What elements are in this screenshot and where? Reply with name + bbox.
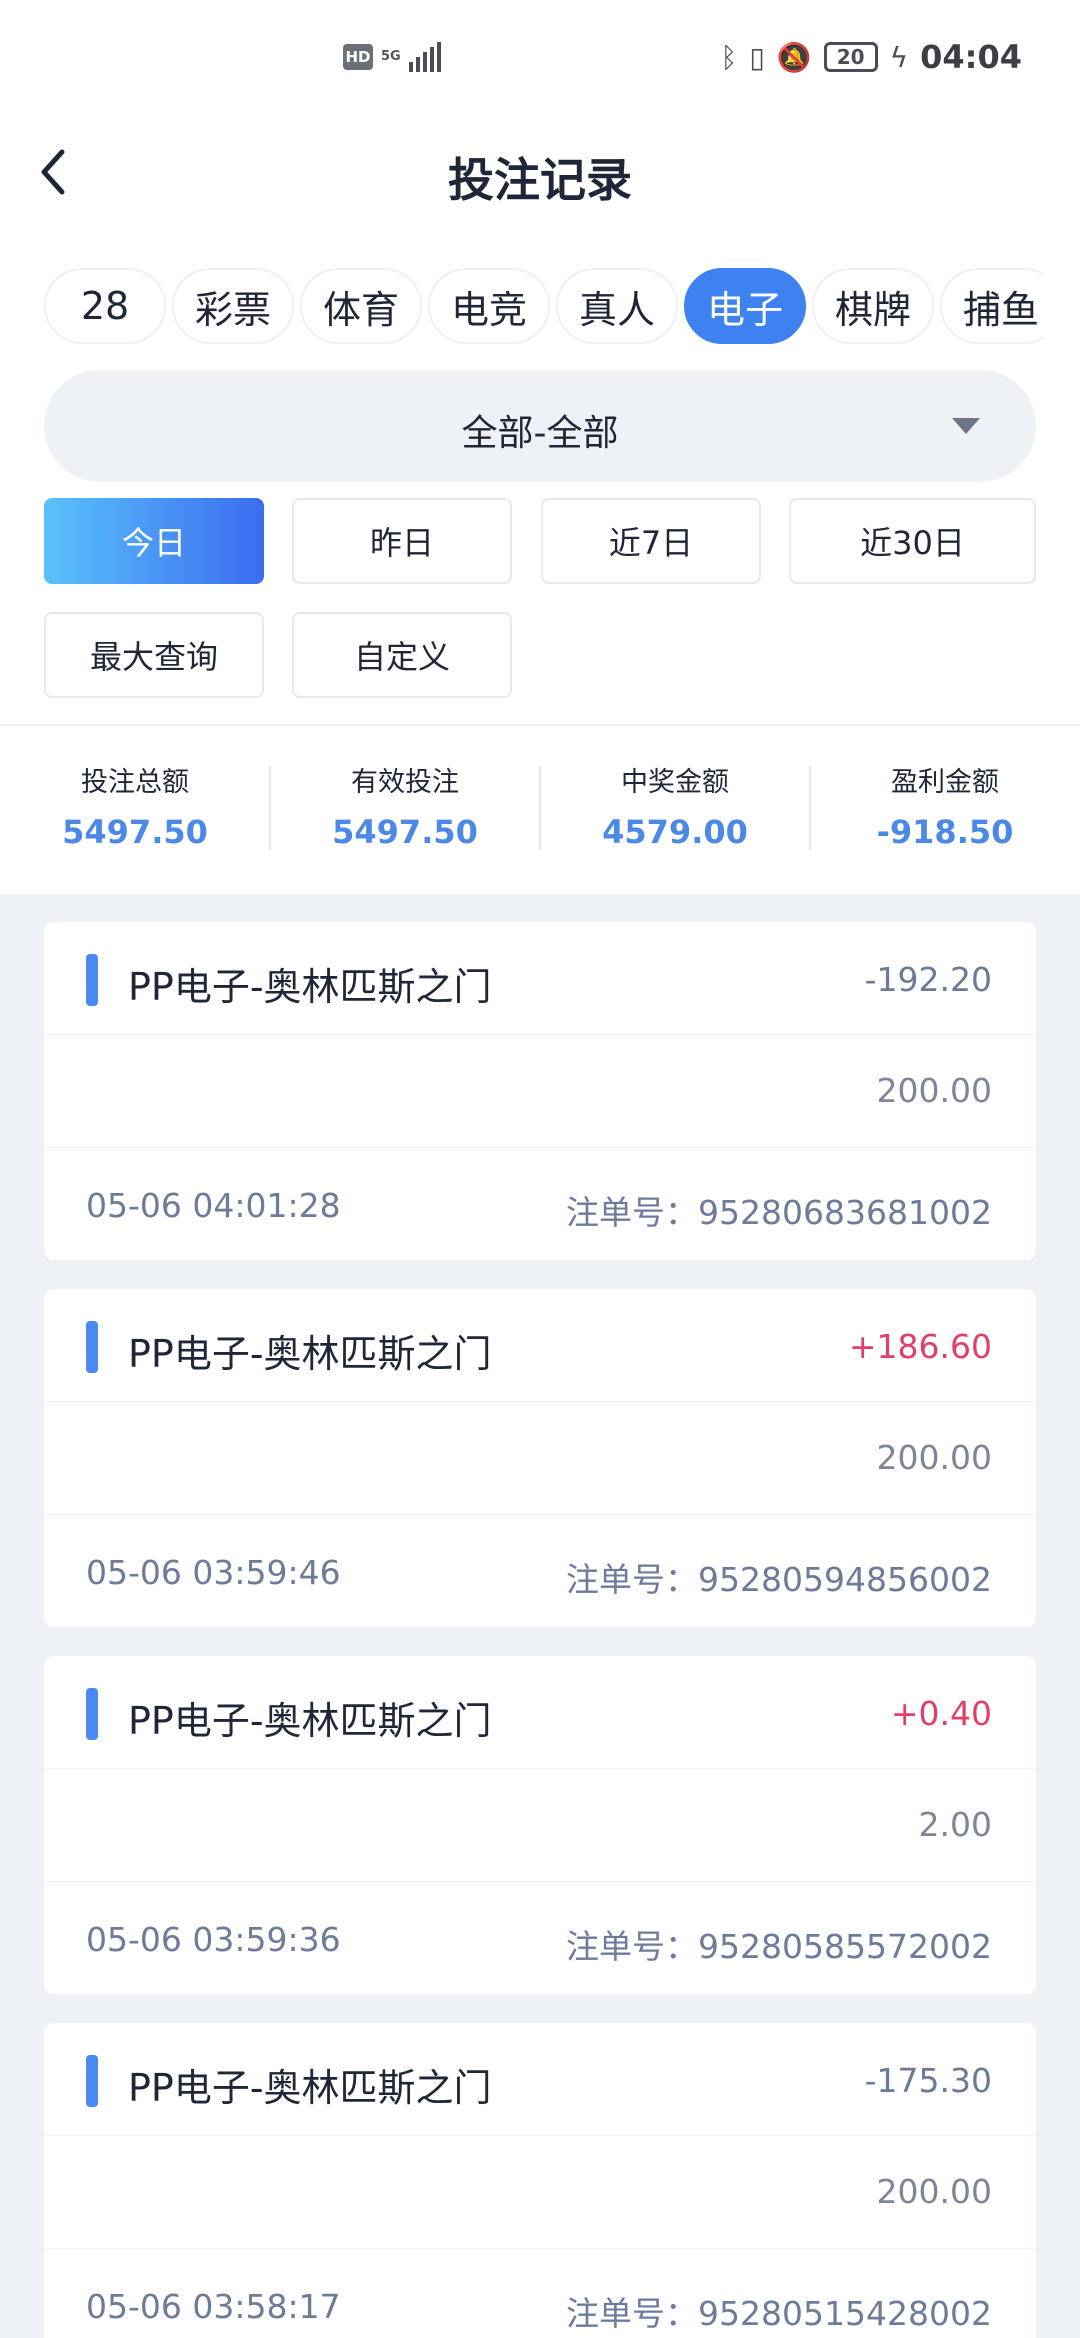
vibrate-icon: ▯ <box>749 40 765 74</box>
date-7days-button[interactable]: 近7日 <box>541 498 761 584</box>
caret-down-icon <box>952 418 980 434</box>
dropdown-selected-value: 全部-全部 <box>461 413 619 454</box>
record-time: 05-06 03:58:17 <box>86 2287 341 2326</box>
record-game-title: PP电子-奥林匹斯之门 <box>128 965 492 1009</box>
record-footer-row: 05-06 03:59:46 注单号：95280594856002 <box>44 1515 1036 1627</box>
summary-total-bet: 投注总额 5497.50 <box>0 760 270 851</box>
summary-winnings: 中奖金额 4579.00 <box>540 760 810 851</box>
bet-record-card[interactable]: PP电子-奥林匹斯之门 +0.40 2.00 05-06 03:59:36 注单… <box>44 1656 1036 1994</box>
record-marker <box>86 954 98 1006</box>
record-amount-row: 2.00 <box>44 1769 1036 1881</box>
date-max-query-button[interactable]: 最大查询 <box>44 612 264 698</box>
record-header-row: PP电子-奥林匹斯之门 -192.20 <box>44 922 1036 1034</box>
record-game-title: PP电子-奥林匹斯之门 <box>128 2066 492 2110</box>
summary-value: 5497.50 <box>332 813 478 851</box>
tab-28[interactable]: 28 <box>44 268 166 344</box>
date-custom-button[interactable]: 自定义 <box>292 612 512 698</box>
record-time: 05-06 03:59:46 <box>86 1553 341 1592</box>
record-header-row: PP电子-奥林匹斯之门 +0.40 <box>44 1656 1036 1768</box>
network-status: HD 5G <box>343 42 441 72</box>
tab-electronic[interactable]: 电子 <box>684 268 806 344</box>
summary-valid-bet: 有效投注 5497.50 <box>270 760 540 851</box>
summary-value: 4579.00 <box>602 813 748 851</box>
date-30days-button[interactable]: 近30日 <box>789 498 1036 584</box>
clock: 04:04 <box>920 38 1022 76</box>
record-time: 05-06 03:59:36 <box>86 1920 341 1959</box>
record-marker <box>86 2055 98 2107</box>
summary-label: 有效投注 <box>351 767 459 798</box>
record-amount-row: 200.00 <box>44 2136 1036 2248</box>
record-order-number: 注单号：95280594856002 <box>566 1560 992 1599</box>
record-game-title: PP电子-奥林匹斯之门 <box>128 1699 492 1743</box>
record-order-number: 注单号：95280515428002 <box>566 2294 992 2333</box>
record-footer-row: 05-06 03:58:17 注单号：95280515428002 <box>44 2249 1036 2338</box>
record-amount-row: 200.00 <box>44 1402 1036 1514</box>
record-profit: +186.60 <box>848 1327 992 1366</box>
record-time: 05-06 04:01:28 <box>86 1186 341 1225</box>
record-footer-row: 05-06 04:01:28 注单号：95280683681002 <box>44 1148 1036 1260</box>
tab-esports[interactable]: 电竞 <box>428 268 550 344</box>
mute-bell-icon: 🔕 <box>776 40 812 74</box>
tab-lottery[interactable]: 彩票 <box>172 268 294 344</box>
record-header-row: PP电子-奥林匹斯之门 +186.60 <box>44 1289 1036 1401</box>
tab-sports[interactable]: 体育 <box>300 268 422 344</box>
record-header-row: PP电子-奥林匹斯之门 -175.30 <box>44 2023 1036 2135</box>
record-profit: +0.40 <box>890 1694 992 1733</box>
record-bet-amount: 2.00 <box>918 1805 992 1844</box>
tab-fishing[interactable]: 捕鱼 <box>940 268 1044 344</box>
record-order-number: 注单号：95280585572002 <box>566 1927 992 1966</box>
record-profit: -192.20 <box>864 960 992 999</box>
summary-label: 投注总额 <box>81 767 189 798</box>
date-today-button[interactable]: 今日 <box>44 498 264 584</box>
battery-indicator: 20 <box>823 42 878 72</box>
network-type: 5G <box>381 49 401 64</box>
category-tabs: 28 彩票 体育 电竞 真人 电子 棋牌 捕鱼 <box>44 268 1044 346</box>
record-profit: -175.30 <box>864 2061 992 2100</box>
bet-record-card[interactable]: PP电子-奥林匹斯之门 -192.20 200.00 05-06 04:01:2… <box>44 922 1036 1260</box>
bet-record-card[interactable]: PP电子-奥林匹斯之门 -175.30 200.00 05-06 03:58:1… <box>44 2023 1036 2338</box>
header: 投注记录 <box>0 120 1080 230</box>
game-filter-dropdown[interactable]: 全部-全部 <box>44 370 1036 482</box>
record-game-title: PP电子-奥林匹斯之门 <box>128 1332 492 1376</box>
record-amount-row: 200.00 <box>44 1035 1036 1147</box>
summary-divider <box>0 724 1080 726</box>
bet-record-card[interactable]: PP电子-奥林匹斯之门 +186.60 200.00 05-06 03:59:4… <box>44 1289 1036 1627</box>
hd-badge: HD <box>343 44 373 70</box>
status-bar: HD 5G ᛒ ▯ 🔕 20 ϟ 04:04 <box>0 0 1080 120</box>
date-yesterday-button[interactable]: 昨日 <box>292 498 512 584</box>
record-footer-row: 05-06 03:59:36 注单号：95280585572002 <box>44 1882 1036 1994</box>
record-bet-amount: 200.00 <box>876 1438 992 1477</box>
record-bet-amount: 200.00 <box>876 2172 992 2211</box>
charging-icon: ϟ <box>889 40 909 74</box>
bluetooth-icon: ᛒ <box>720 40 738 74</box>
page-title: 投注记录 <box>448 153 632 207</box>
record-bet-amount: 200.00 <box>876 1071 992 1110</box>
summary-value: -918.50 <box>876 813 1014 851</box>
signal-icon <box>408 42 441 72</box>
tab-chess-cards[interactable]: 棋牌 <box>812 268 934 344</box>
tab-live-casino[interactable]: 真人 <box>556 268 678 344</box>
record-marker <box>86 1321 98 1373</box>
record-order-number: 注单号：95280683681002 <box>566 1193 992 1232</box>
summary-value: 5497.50 <box>62 813 208 851</box>
summary-label: 中奖金额 <box>621 767 729 798</box>
system-status: ᛒ ▯ 🔕 20 ϟ 04:04 <box>721 38 1022 76</box>
summary-label: 盈利金额 <box>891 767 999 798</box>
summary-profit: 盈利金额 -918.50 <box>810 760 1080 851</box>
record-marker <box>86 1688 98 1740</box>
